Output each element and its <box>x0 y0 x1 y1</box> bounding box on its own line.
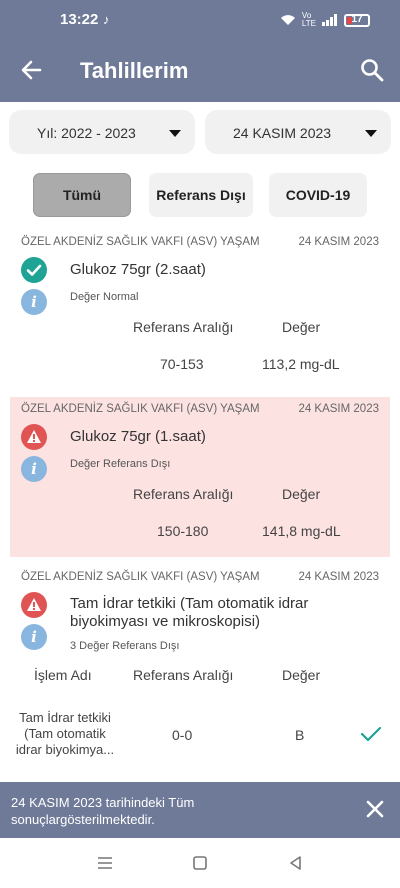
test-name: Glukoz 75gr (2.saat) <box>70 261 206 278</box>
system-icons: Vo LTE 17 <box>280 12 370 28</box>
info-icon[interactable]: i <box>21 624 47 650</box>
tab-all[interactable]: Tümü <box>33 173 131 217</box>
system-nav-bar <box>0 838 400 888</box>
sub-test-name-line2: (Tam otomatik <box>24 726 106 741</box>
sub-test-name: Tam İdrar tetkiki (Tam otomatik idrar bi… <box>10 710 120 758</box>
date-dropdown[interactable]: 24 KASIM 2023 <box>205 110 391 154</box>
search-icon[interactable] <box>358 56 386 84</box>
sub-result-value: B <box>295 727 305 743</box>
snackbar-message: 24 KASIM 2023 tarihindeki Tüm sonuçlargö… <box>11 795 195 827</box>
info-icon[interactable]: i <box>21 289 47 315</box>
snackbar: 24 KASIM 2023 tarihindeki Tüm sonuçlargö… <box>0 782 400 838</box>
volte-icon: Vo LTE <box>301 11 316 28</box>
institution-name: ÖZEL AKDENİZ SAĞLIK VAKFI (ASV) YAŞAM <box>21 236 260 248</box>
battery-level: 17 <box>351 13 363 25</box>
close-icon[interactable] <box>364 798 386 820</box>
info-icon[interactable]: i <box>21 456 47 482</box>
warning-icon <box>21 424 47 450</box>
tab-covid[interactable]: COVID-19 <box>269 173 367 217</box>
institution-name: ÖZEL AKDENİZ SAĞLIK VAKFI (ASV) YAŞAM <box>21 571 260 583</box>
reference-range-value: 150-180 <box>157 523 209 539</box>
signal-icon <box>322 14 337 26</box>
reference-range-value: 70-153 <box>160 356 204 372</box>
test-name: Glukoz 75gr (1.saat) <box>70 428 206 445</box>
result-card[interactable]: ÖZEL AKDENİZ SAĞLIK VAKFI (ASV) YAŞAM 24… <box>10 565 390 780</box>
value-header: Değer <box>282 667 321 683</box>
sub-test-name-line3: idrar biyokimya... <box>15 742 115 757</box>
home-icon[interactable] <box>189 852 211 874</box>
caret-down-icon <box>365 130 377 137</box>
result-date: 24 KASIM 2023 <box>298 571 379 583</box>
page-title: Tahlillerim <box>80 58 189 83</box>
reference-range-header: Referans Aralığı <box>133 667 234 683</box>
filter-bar: Yıl: 2022 - 2023 24 KASIM 2023 <box>0 110 400 156</box>
wifi-icon <box>280 15 295 25</box>
warning-icon <box>21 592 47 618</box>
back-icon[interactable] <box>285 852 307 874</box>
reference-range-header: Referans Aralığı <box>133 486 234 502</box>
reference-range-header: Referans Aralığı <box>133 319 234 335</box>
check-icon <box>360 726 382 742</box>
year-dropdown-label: Yıl: 2022 - 2023 <box>37 125 136 141</box>
category-tabs: Tümü Referans Dışı COVID-19 <box>0 173 400 217</box>
menu-icon[interactable] <box>94 852 116 874</box>
sub-test-name-line1: Tam İdrar tetkiki <box>19 710 111 725</box>
caret-down-icon <box>169 130 181 137</box>
operation-name-header: İşlem Adı <box>34 667 92 683</box>
tiktok-icon: ♪ <box>103 12 110 27</box>
status-text: Değer Referans Dışı <box>70 458 171 470</box>
result-value: 141,8 mg-dL <box>262 523 341 539</box>
test-name-line1: Tam İdrar tetkiki (Tam otomatik idrar <box>70 595 309 612</box>
app-bar: Tahlillerim <box>0 40 400 102</box>
status-bar: 13:22 ♪ Vo LTE 17 <box>0 0 400 40</box>
value-header: Değer <box>282 319 321 335</box>
status-text: Değer Normal <box>70 291 139 303</box>
clock: 13:22 <box>60 11 99 28</box>
check-circle-icon <box>21 257 47 283</box>
test-name-line2: biyokimyası ve mikroskopisi) <box>70 613 261 630</box>
result-card[interactable]: ÖZEL AKDENİZ SAĞLIK VAKFI (ASV) YAŞAM 24… <box>10 397 390 557</box>
tab-out-of-range[interactable]: Referans Dışı <box>149 173 253 217</box>
result-date: 24 KASIM 2023 <box>298 403 379 415</box>
sub-reference-range: 0-0 <box>172 727 193 743</box>
date-dropdown-label: 24 KASIM 2023 <box>233 125 332 141</box>
year-dropdown[interactable]: Yıl: 2022 - 2023 <box>9 110 195 154</box>
value-header: Değer <box>282 486 321 502</box>
result-card[interactable]: ÖZEL AKDENİZ SAĞLIK VAKFI (ASV) YAŞAM 24… <box>10 230 390 392</box>
result-value: 113,2 mg-dL <box>262 356 340 372</box>
battery-icon: 17 <box>344 13 370 27</box>
result-date: 24 KASIM 2023 <box>298 236 379 248</box>
institution-name: ÖZEL AKDENİZ SAĞLIK VAKFI (ASV) YAŞAM <box>21 403 260 415</box>
status-text: 3 Değer Referans Dışı <box>70 640 180 652</box>
arrow-left-icon[interactable] <box>18 56 46 84</box>
